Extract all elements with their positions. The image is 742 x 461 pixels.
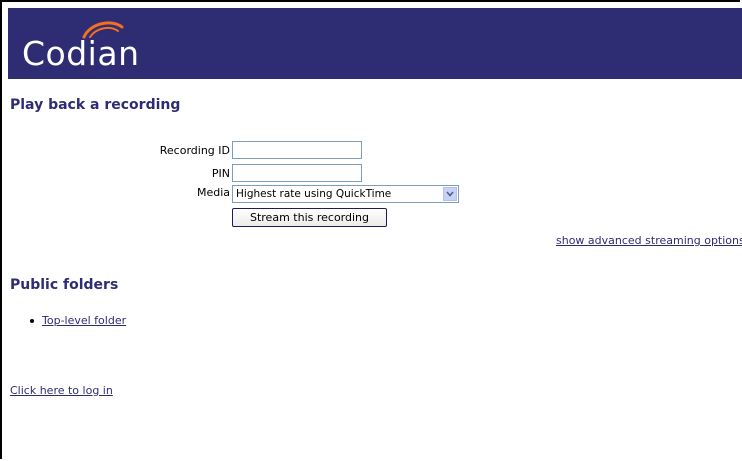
login-link[interactable]: Click here to log in [10, 384, 113, 398]
playback-title: Play back a recording [10, 97, 181, 113]
chevron-down-icon[interactable] [443, 187, 457, 201]
media-label: Media [196, 186, 230, 199]
folder-list: Top-level folder [30, 314, 126, 328]
header-banner: Codian [8, 8, 742, 79]
logo-text: Codian [22, 34, 140, 73]
top-level-folder-link[interactable]: Top-level folder [42, 314, 126, 327]
pin-input[interactable] [232, 164, 362, 182]
advanced-streaming-options-link[interactable]: show advanced streaming options [556, 234, 742, 248]
media-select[interactable]: Highest rate using QuickTime [232, 185, 459, 203]
bullet-icon [30, 319, 34, 323]
public-folders-title: Public folders [10, 277, 119, 293]
codian-logo: Codian [20, 18, 180, 76]
recording-id-label: Recording ID [159, 144, 230, 157]
recording-id-input[interactable] [232, 141, 362, 159]
pin-label: PIN [211, 167, 230, 180]
media-selected-value: Highest rate using QuickTime [236, 188, 392, 200]
stream-recording-button[interactable]: Stream this recording [232, 208, 387, 227]
list-item: Top-level folder [30, 314, 126, 328]
